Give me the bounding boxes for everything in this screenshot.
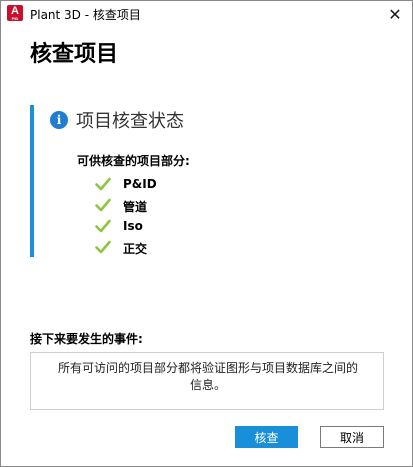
part-item-iso: Iso bbox=[95, 217, 295, 237]
check-button[interactable]: 核查 bbox=[235, 426, 298, 448]
close-button[interactable]: ✕ bbox=[378, 1, 412, 27]
part-label: 正交 bbox=[123, 242, 148, 256]
info-icon: i bbox=[50, 111, 68, 129]
check-icon bbox=[95, 219, 111, 233]
next-events-box: 所有可访问的项目部分都将验证图形与项目数据库之间的信息。 bbox=[30, 352, 384, 410]
cancel-button[interactable]: 取消 bbox=[320, 426, 384, 448]
part-label: P&ID bbox=[123, 177, 157, 191]
part-item-ortho: 正交 bbox=[95, 238, 295, 258]
check-icon bbox=[95, 177, 111, 191]
part-label: 管道 bbox=[123, 200, 148, 214]
part-item-pid: P&ID bbox=[95, 175, 295, 195]
part-item-piping: 管道 bbox=[95, 196, 295, 216]
dialog-window: A PID Plant 3D - 核查项目 ✕ 核查项目 i 项目核查状态 可供… bbox=[0, 0, 413, 467]
app-icon: A PID bbox=[7, 5, 23, 21]
check-icon bbox=[95, 240, 111, 254]
check-icon bbox=[95, 198, 111, 212]
status-title: 项目核查状态 bbox=[76, 111, 184, 132]
parts-label: 可供核查的项目部分: bbox=[77, 154, 190, 168]
status-panel: i 项目核查状态 可供核查的项目部分: P&ID 管道 Iso 正交 bbox=[30, 105, 388, 257]
part-label: Iso bbox=[123, 219, 143, 233]
window-title: Plant 3D - 核查项目 bbox=[30, 8, 141, 22]
app-icon-sub: PID bbox=[11, 16, 19, 21]
close-icon: ✕ bbox=[388, 4, 402, 24]
next-events-label: 接下来要发生的事件: bbox=[30, 332, 143, 346]
next-events-text: 所有可访问的项目部分都将验证图形与项目数据库之间的信息。 bbox=[57, 361, 358, 392]
title-bar: A PID Plant 3D - 核查项目 ✕ bbox=[1, 1, 412, 27]
dialog-heading: 核查项目 bbox=[30, 42, 119, 67]
